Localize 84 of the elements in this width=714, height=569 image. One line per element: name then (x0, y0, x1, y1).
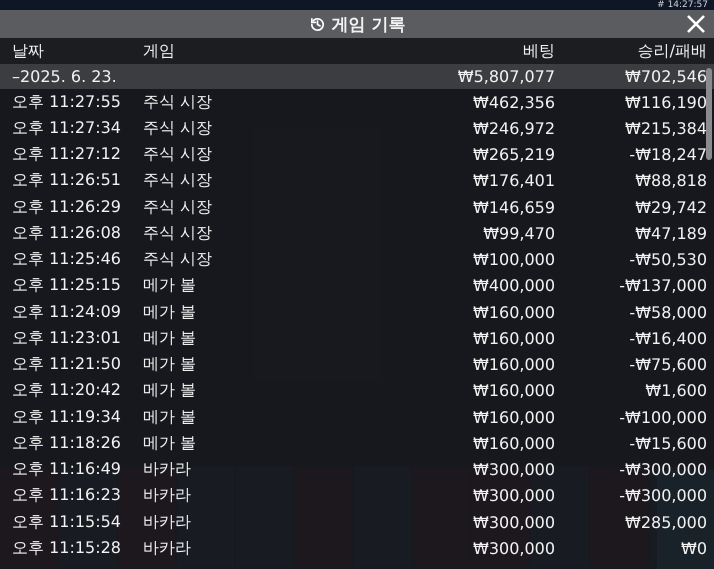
result-cell-text: -₩137,000 (618, 276, 707, 296)
result-cell-text: -₩16,400 (628, 328, 707, 348)
column-header: 게임 (143, 40, 176, 62)
result-cell-text: ₩1,600 (644, 381, 707, 400)
time-cell-text: 오후 11:25:15 (12, 275, 122, 296)
date-cell-text: –2025. 6. 23. (12, 67, 118, 86)
time-cell-text: 오후 11:25:46 (12, 249, 122, 270)
time-cell-text: 오후 11:18:26 (12, 432, 122, 454)
window-title: 게임 기록 (332, 14, 406, 36)
bet-cell-text: ₩160,000 (472, 328, 555, 348)
time-cell-text: 오후 11:27:12 (12, 144, 122, 166)
time-cell-text: 오후 11:15:54 (12, 512, 122, 533)
game-cell-text: 바카라 (143, 512, 192, 533)
result-cell-text: -₩18,247 (628, 145, 707, 164)
game-cell-text: 바카라 (143, 538, 192, 559)
result-cell-text: ₩215,384 (624, 118, 707, 138)
result-cell-text: -₩58,000 (628, 302, 707, 322)
game-cell-text: 메가 볼 (143, 380, 198, 402)
result-cell-text: ₩29,742 (634, 198, 707, 217)
time-cell-text: 오후 11:24:09 (12, 302, 122, 323)
column-header: 베팅 (522, 40, 555, 62)
bet-cell-text: ₩300,000 (472, 512, 555, 532)
game-cell-text: 주식 시장 (143, 222, 214, 244)
scrollbar[interactable] (706, 68, 712, 160)
result-cell-text: -₩15,600 (628, 434, 707, 453)
bet-cell-text: ₩146,659 (472, 198, 555, 217)
time-cell-text: 오후 11:20:42 (12, 380, 122, 402)
bet-cell-text: ₩300,000 (472, 486, 555, 506)
result-cell-text: ₩0 (680, 538, 707, 558)
bet-cell-text: ₩100,000 (472, 250, 555, 270)
game-cell-text: 메가 볼 (143, 432, 198, 454)
total-bet-cell-text: ₩5,807,077 (456, 67, 555, 86)
bet-cell-text: ₩160,000 (472, 381, 555, 400)
result-cell-text: ₩47,189 (634, 224, 707, 243)
result-cell-text: -₩300,000 (618, 486, 707, 506)
game-cell-text: 주식 시장 (143, 249, 214, 270)
bet-cell-text: ₩160,000 (472, 302, 555, 322)
game-cell-text: 주식 시장 (143, 144, 214, 166)
game-cell-text: 메가 볼 (143, 302, 198, 323)
game-cell-text: 메가 볼 (143, 354, 198, 376)
time-cell-text: 오후 11:23:01 (12, 328, 122, 349)
result-cell-text: -₩50,530 (628, 250, 707, 270)
game-cell-text: 주식 시장 (143, 170, 214, 192)
bet-cell-text: ₩300,000 (472, 538, 555, 558)
time-cell-text: 오후 11:26:29 (12, 196, 122, 218)
total-result-cell-text: ₩702,546 (624, 67, 707, 86)
history-icon (308, 16, 326, 32)
result-cell-text: ₩116,190 (624, 92, 707, 112)
time-cell-text: 오후 11:16:49 (12, 459, 122, 480)
column-header: 날짜 (12, 40, 45, 62)
result-cell-text: -₩100,000 (618, 408, 707, 427)
time-cell-text: 오후 11:16:23 (12, 485, 122, 506)
time-cell-text: 오후 11:21:50 (12, 354, 122, 376)
result-cell-text: -₩75,600 (628, 355, 707, 374)
bet-cell-text: ₩300,000 (472, 460, 555, 480)
game-cell-text: 메가 볼 (143, 406, 198, 428)
time-cell-text: 오후 11:26:08 (12, 222, 122, 244)
close-button[interactable] (686, 14, 706, 34)
game-cell-text: 바카라 (143, 485, 192, 506)
game-cell-text: 주식 시장 (143, 118, 214, 139)
bet-cell-text: ₩176,401 (472, 171, 555, 190)
time-cell-text: 오후 11:26:51 (12, 170, 122, 192)
bet-cell-text: ₩160,000 (472, 434, 555, 453)
bet-cell-text: ₩160,000 (472, 355, 555, 374)
result-cell-text: -₩300,000 (618, 460, 707, 480)
game-cell-text: 주식 시장 (143, 92, 214, 113)
bet-cell-text: ₩160,000 (472, 408, 555, 427)
time-cell-text: 오후 11:27:55 (12, 92, 122, 113)
game-cell-text: 주식 시장 (143, 196, 214, 218)
bet-cell-text: ₩400,000 (472, 276, 555, 296)
result-cell-text: ₩88,818 (634, 171, 707, 190)
result-cell-text: ₩285,000 (624, 512, 707, 532)
column-header: 승리/패배 (636, 40, 707, 62)
bet-cell-text: ₩99,470 (482, 224, 555, 243)
time-cell-text: 오후 11:27:34 (12, 118, 122, 139)
bet-cell-text: ₩246,972 (472, 118, 555, 138)
time-cell-text: 오후 11:19:34 (12, 406, 122, 428)
game-cell-text: 메가 볼 (143, 275, 198, 296)
game-cell-text: 메가 볼 (143, 328, 198, 349)
clock-text: # 14:27:57 (657, 1, 708, 10)
bet-cell-text: ₩265,219 (472, 145, 555, 164)
time-cell-text: 오후 11:15:28 (12, 538, 122, 559)
bet-cell-text: ₩462,356 (472, 92, 555, 112)
game-cell-text: 바카라 (143, 459, 192, 480)
